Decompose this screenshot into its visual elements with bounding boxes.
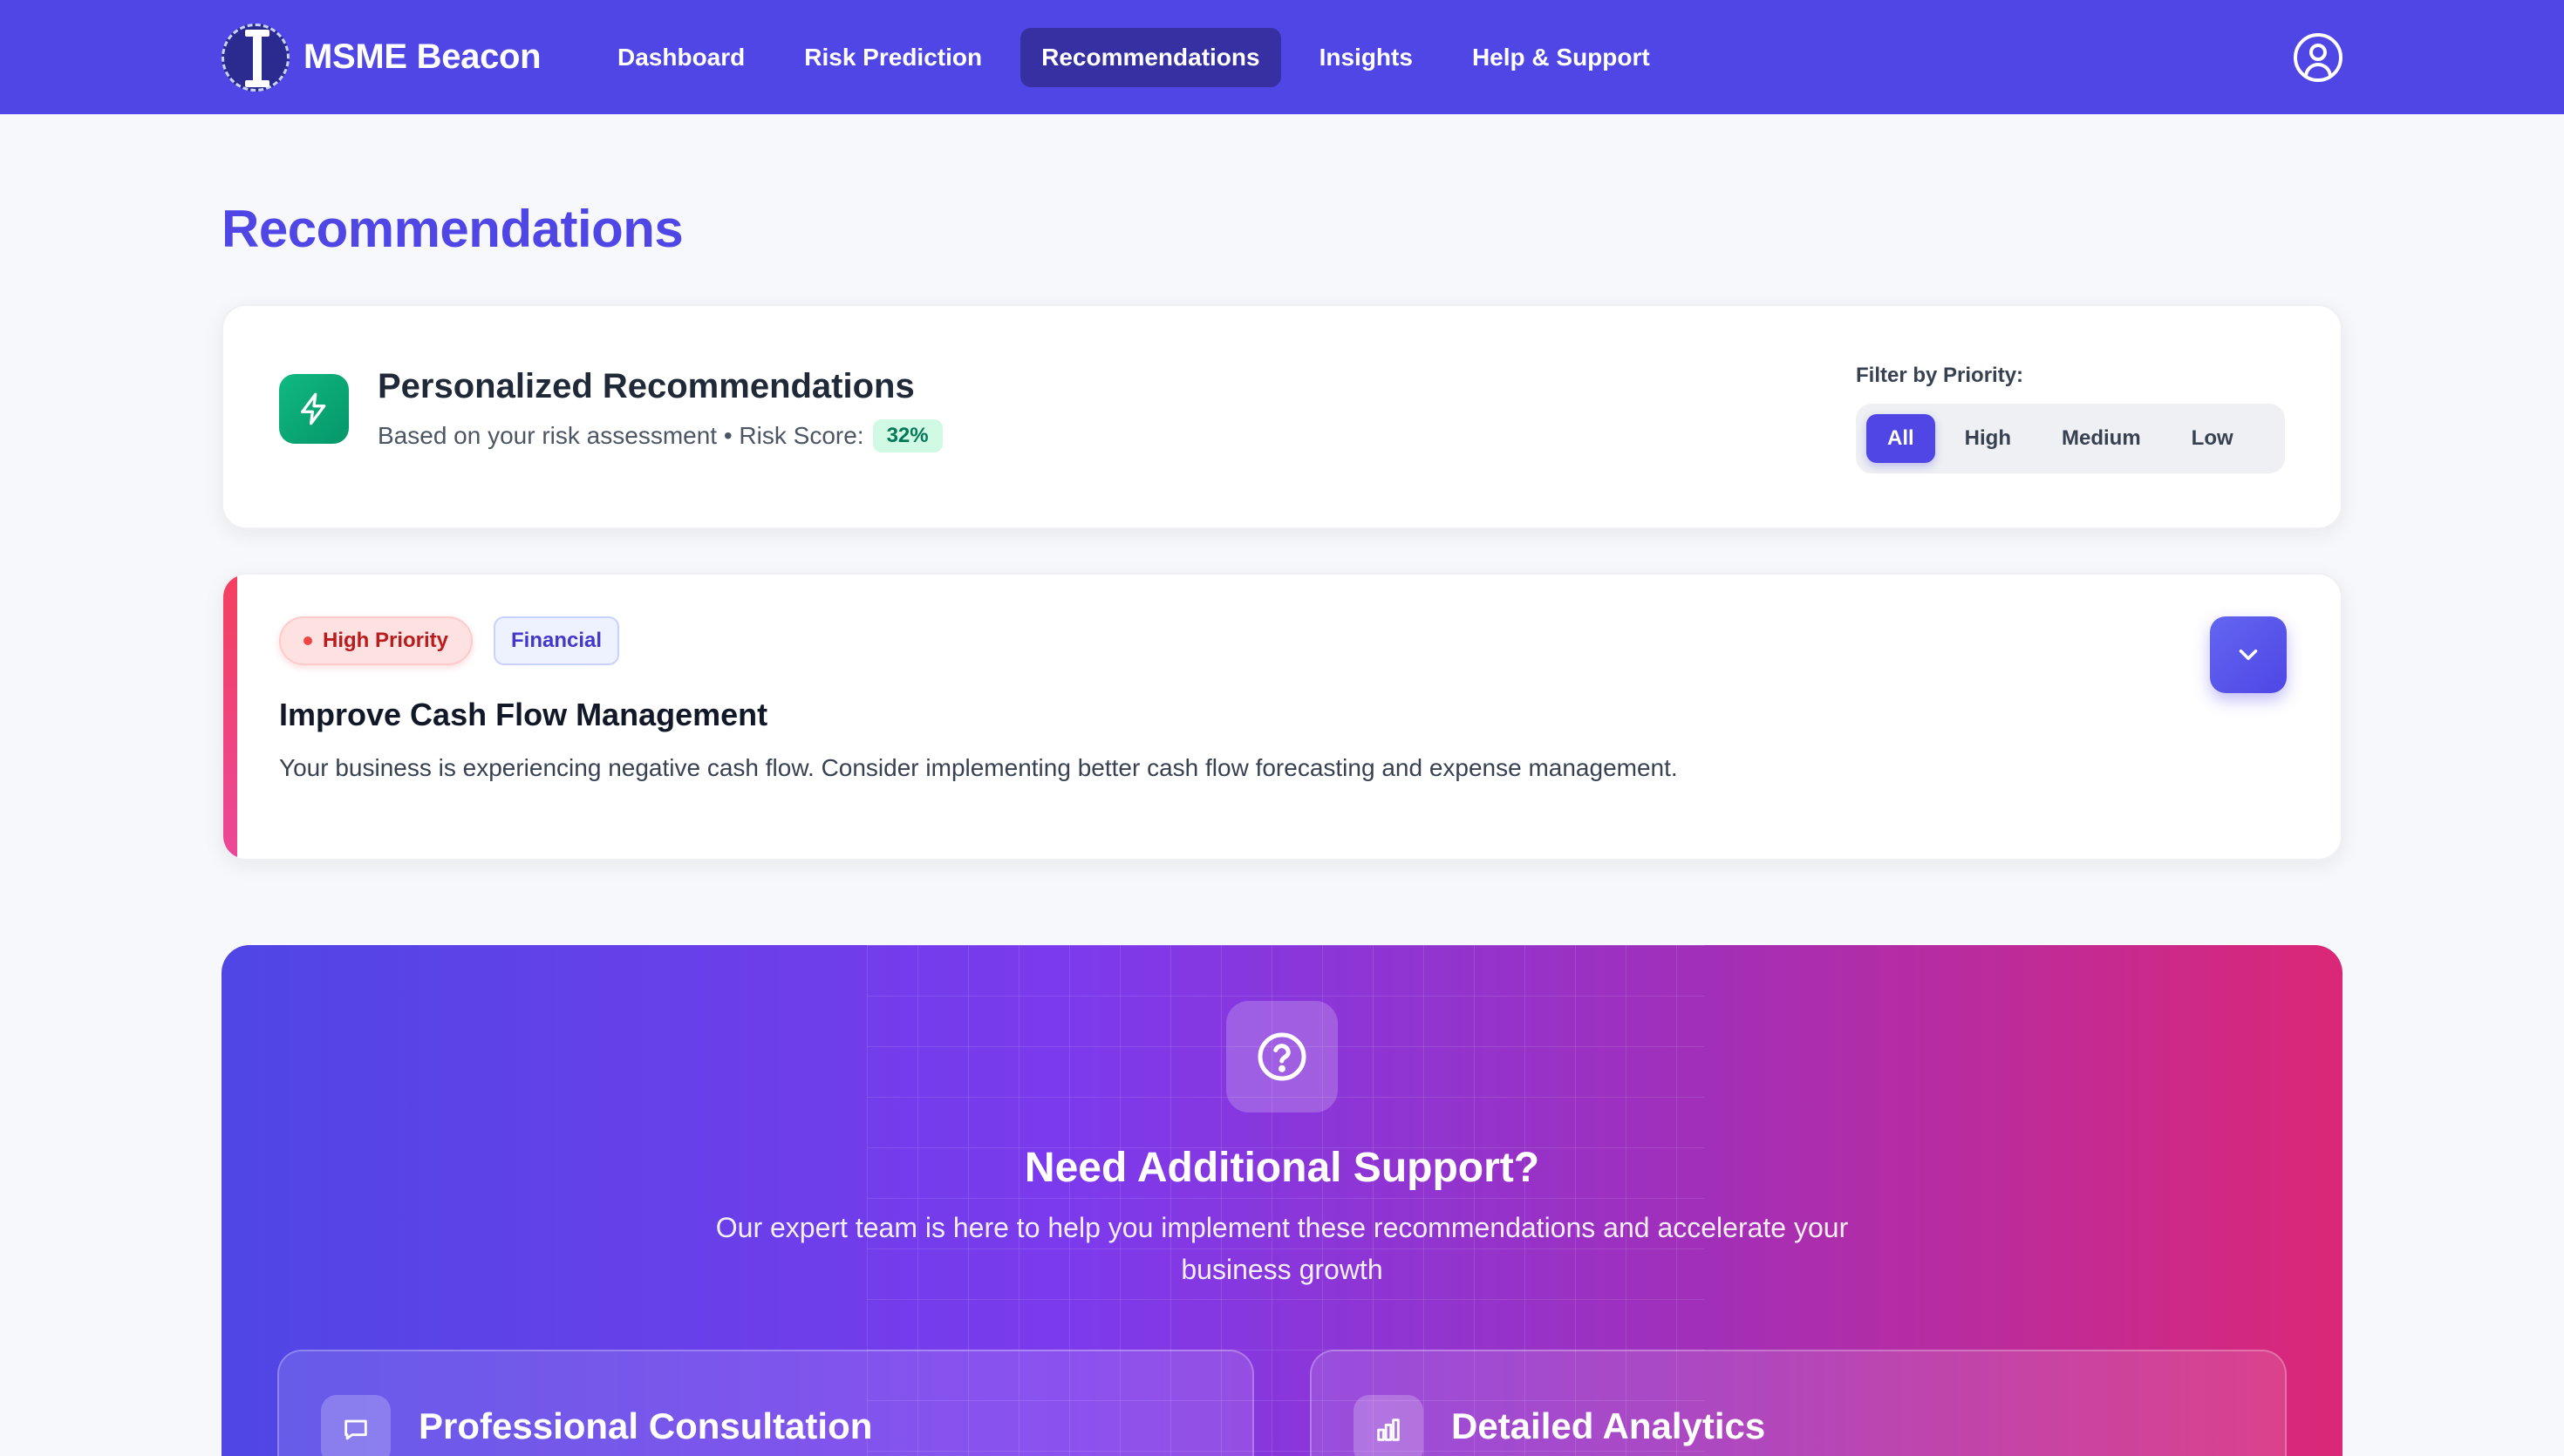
support-title: Need Additional Support?: [1024, 1145, 1540, 1191]
filter-high-button[interactable]: High: [1944, 414, 2032, 463]
lightning-icon: [279, 374, 349, 444]
support-text: Our expert team is here to help you impl…: [715, 1212, 1849, 1285]
support-banner: Need Additional Support? Our expert team…: [222, 945, 2342, 1456]
recommendation-card[interactable]: High Priority Financial Improve Cash Flo…: [222, 573, 2342, 861]
priority-filter-group: All High Medium Low: [1856, 404, 2285, 473]
nav-insights[interactable]: Insights: [1299, 28, 1434, 87]
expand-button[interactable]: [2210, 616, 2287, 693]
filter-low-button[interactable]: Low: [2171, 414, 2254, 463]
priority-stripe: [223, 575, 237, 859]
beacon-logo-icon: [222, 23, 290, 92]
category-badge: Financial: [494, 616, 620, 665]
priority-badge-label: High Priority: [323, 629, 449, 652]
nav-recommendations[interactable]: Recommendations: [1020, 27, 1281, 87]
page-title: Recommendations: [222, 200, 684, 258]
recommendation-tags: High Priority Financial: [279, 616, 620, 665]
priority-dot-icon: [303, 636, 312, 645]
filter-medium-button[interactable]: Medium: [2041, 414, 2162, 463]
help-circle-icon: [1226, 1001, 1338, 1112]
main-nav: Dashboard Risk Prediction Recommendation…: [597, 27, 1671, 87]
personalized-subtitle: Based on your risk assessment • Risk Sco…: [378, 419, 943, 452]
top-navbar: MSME Beacon Dashboard Risk Prediction Re…: [0, 0, 2564, 114]
user-account-icon[interactable]: [2294, 33, 2342, 82]
subtitle-text: Based on your risk assessment • Risk Sco…: [378, 422, 864, 449]
recommendation-description: Your business is experiencing negative c…: [279, 754, 1678, 781]
filter-all-button[interactable]: All: [1866, 414, 1935, 463]
chevron-down-icon: [2239, 649, 2258, 661]
recommendation-title: Improve Cash Flow Management: [279, 697, 768, 732]
feature-title: Professional Consultation: [419, 1405, 873, 1446]
feature-detailed-analytics[interactable]: Detailed Analytics: [1310, 1350, 2287, 1456]
brand-name: MSME Beacon: [303, 37, 542, 76]
filter-label: Filter by Priority:: [1856, 364, 2024, 387]
nav-risk-prediction[interactable]: Risk Prediction: [783, 28, 1003, 87]
brand[interactable]: MSME Beacon: [222, 0, 597, 114]
bar-chart-icon: [1354, 1395, 1423, 1456]
feature-title: Detailed Analytics: [1451, 1405, 1766, 1446]
risk-score-badge: 32%: [872, 419, 943, 452]
nav-dashboard[interactable]: Dashboard: [597, 28, 766, 87]
feature-professional-consultation[interactable]: Professional Consultation: [277, 1350, 1254, 1456]
personalized-title: Personalized Recommendations: [378, 367, 915, 405]
priority-badge: High Priority: [279, 616, 474, 665]
personalized-recommendations-card: Personalized Recommendations Based on yo…: [222, 304, 2342, 529]
chat-icon: [321, 1395, 391, 1456]
nav-help-support[interactable]: Help & Support: [1451, 28, 1671, 87]
